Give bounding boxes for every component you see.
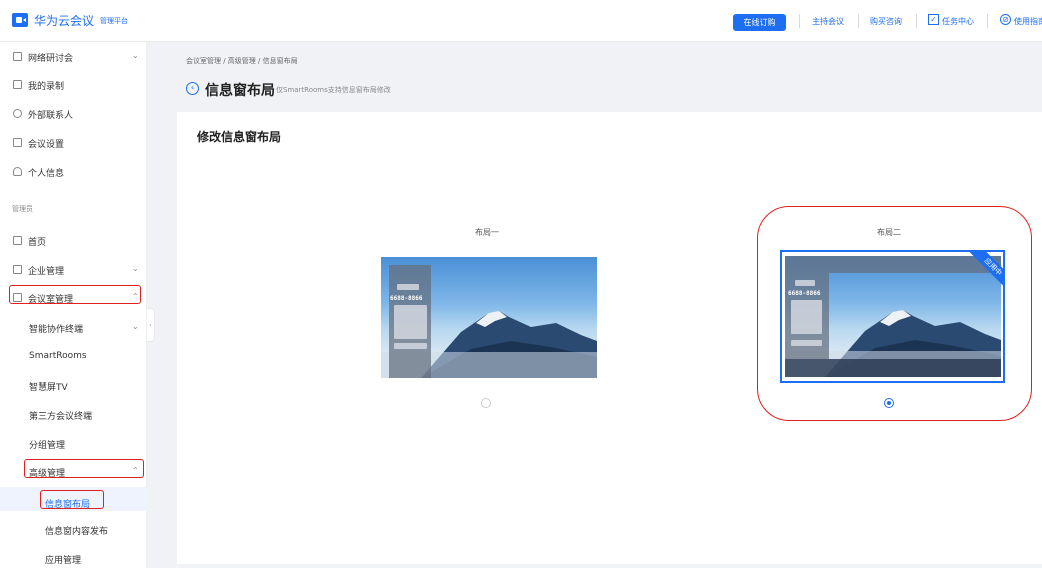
home-icon [13,236,22,245]
divider [916,14,917,28]
sidebar-item-smartrooms[interactable]: SmartRooms [29,347,147,367]
info-number: 6688-8866 [390,295,423,302]
user-icon [13,167,22,176]
app-title: 华为云会议 [34,14,95,28]
info-chip [394,305,427,339]
task-check-icon: ✓ [928,14,939,25]
task-center-link[interactable]: 任务中心 [942,16,974,27]
app-subtitle: 管理平台 [100,17,128,25]
sidebar-item-smart-screen-tv[interactable]: 智慧屏TV [29,376,147,396]
card-title: 修改信息窗布局 [197,130,282,144]
annotation-highlight-info-window-layout [40,490,104,509]
sidebar-item-label: 智慧屏TV [29,383,68,393]
sidebar-item-label: 企业管理 [28,267,65,277]
info-chip [397,284,419,290]
sidebar-item-group-management[interactable]: 分组管理 [29,434,147,454]
sidebar-item-label: 网络研讨会 [28,54,74,64]
sidebar-item-webinar[interactable]: 网络研讨会 ⌄ [0,47,147,67]
group-label-admin: 管理员 [12,205,33,213]
sidebar-item-smart-terminal[interactable]: 智能协作终端 ⌄ [29,318,147,338]
sidebar-item-third-party-terminal[interactable]: 第三方会议终端 [29,405,147,425]
buy-online-button[interactable]: 在线订购 [733,14,786,31]
chevron-down-icon: ⌄ [132,264,139,273]
info-chip [394,343,427,349]
breadcrumb: 会议室管理 / 高级管理 / 信息窗布局 [186,57,298,65]
annotation-highlight-layout-two [757,206,1032,421]
sidebar-item-external-contacts[interactable]: 外部联系人 [0,104,147,124]
divider [799,14,800,28]
purchase-consult-link[interactable]: 购买咨询 [870,16,902,27]
sidebar-item-meeting-settings[interactable]: 会议设置 [0,133,147,153]
page-title: 信息窗布局 [205,83,275,99]
divider [987,14,988,28]
enterprise-icon [13,265,22,274]
sidebar-item-label: 第三方会议终端 [29,412,93,422]
divider [858,14,859,28]
webinar-icon [13,52,22,61]
layout-one-radio[interactable] [481,398,491,408]
sidebar-item-label: 个人信息 [28,169,65,179]
settings-icon [13,138,22,147]
sidebar-item-label: 应用管理 [45,556,82,566]
sidebar-item-label: 分组管理 [29,441,66,451]
sidebar-item-enterprise[interactable]: 企业管理 ⌄ [0,260,147,280]
eye-icon [13,109,22,118]
sidebar-item-info-window-publish[interactable]: 信息窗内容发布 [45,520,147,540]
sidebar-item-app-management[interactable]: 应用管理 [45,549,147,568]
sidebar-collapse-handle[interactable]: ‹ [147,308,155,342]
sidebar-item-label: 智能协作终端 [29,325,84,335]
compass-icon: ⊘ [1000,14,1011,25]
sidebar-item-home[interactable]: 首页 [0,231,147,251]
sidebar: 网络研讨会 ⌄ 我的录制 外部联系人 会议设置 个人信息 管理员 首页 企业管理… [0,42,147,568]
document-icon [13,80,22,89]
top-bar: 华为云会议 管理平台 在线订购 主持会议 购买咨询 ✓ 任务中心 ⊘ 使用指南 [0,0,1042,42]
sidebar-item-label: 我的录制 [28,82,65,92]
user-guide-link[interactable]: 使用指南 [1014,16,1042,27]
sidebar-item-personal-info[interactable]: 个人信息 [0,162,147,182]
layout-one-label: 布局一 [475,228,499,237]
sidebar-item-label: 会议设置 [28,140,65,150]
logo-icon [12,13,28,27]
page-subtitle: 仅SmartRooms支持信息窗布局修改 [276,86,391,94]
host-meeting-link[interactable]: 主持会议 [812,16,844,27]
chevron-down-icon: ⌄ [132,322,139,331]
chevron-down-icon: ⌄ [132,51,139,60]
layout-one-preview[interactable]: 6688-8866 [381,257,597,378]
annotation-highlight-advanced-management [24,459,144,478]
sidebar-item-label: 首页 [28,238,47,248]
sidebar-item-label: 外部联系人 [28,111,74,121]
back-arrow-icon[interactable]: ‹ [186,82,199,95]
sidebar-item-label: 信息窗内容发布 [45,527,109,537]
sidebar-item-label: SmartRooms [29,351,87,361]
sidebar-item-recordings[interactable]: 我的录制 [0,75,147,95]
annotation-highlight-meeting-room [9,285,141,304]
